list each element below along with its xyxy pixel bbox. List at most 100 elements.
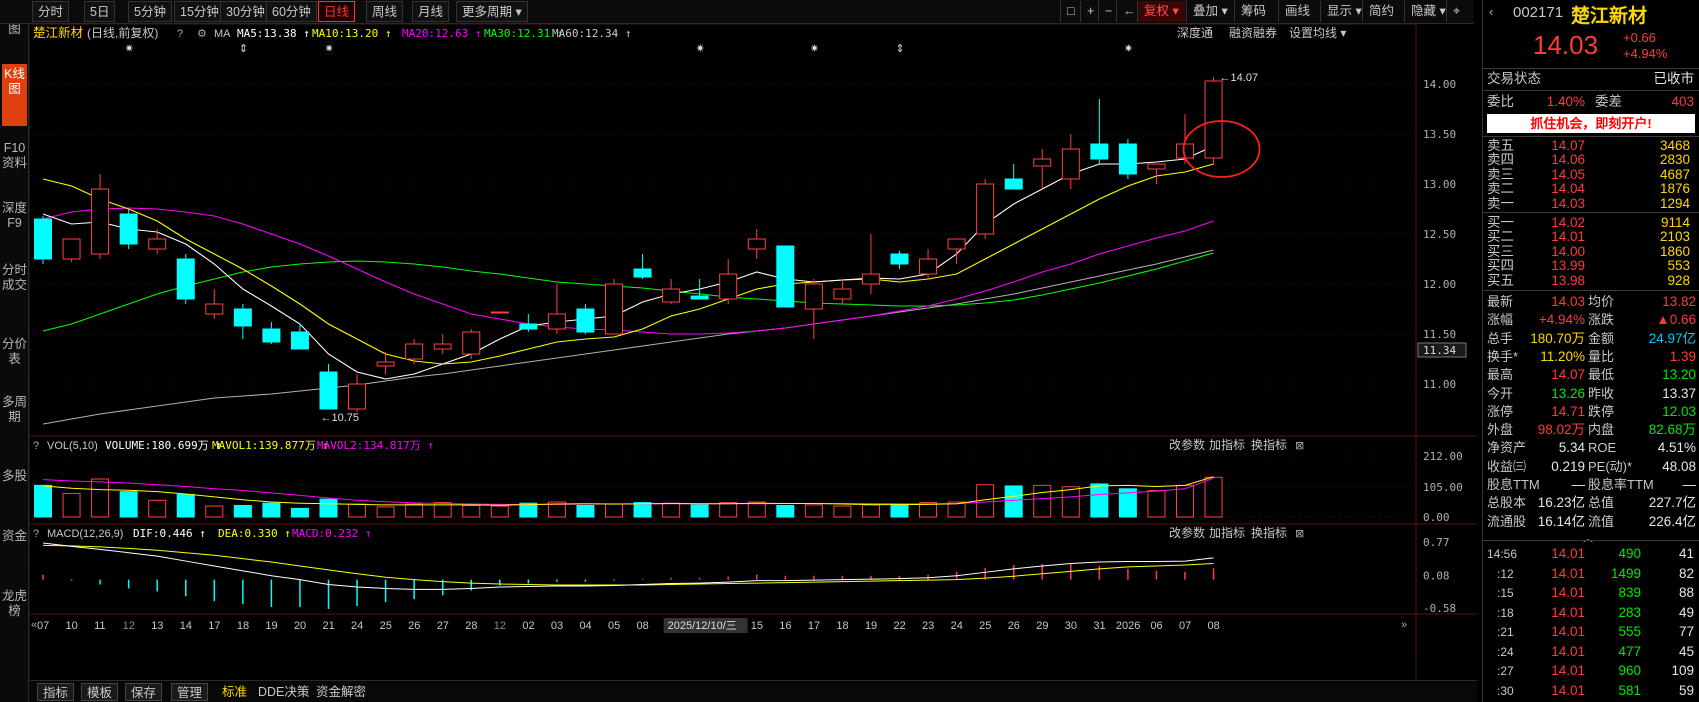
- left-tab-4[interactable]: 分时成交: [2, 260, 27, 322]
- bottom-btn-3[interactable]: 管理: [171, 683, 209, 701]
- candle-10[interactable]: [319, 364, 338, 410]
- candle-21[interactable]: [633, 254, 652, 279]
- expand-icon[interactable]: ︿: [1583, 530, 1593, 545]
- candle-22[interactable]: [662, 279, 681, 304]
- ask-row-1[interactable]: 卖四 14.06 2830: [1483, 152, 1699, 167]
- candle-18[interactable]: [547, 284, 566, 334]
- candle-28[interactable]: [833, 279, 852, 304]
- period-2[interactable]: 5分钟: [128, 1, 172, 22]
- candle-5[interactable]: [176, 254, 195, 304]
- candle-13[interactable]: [405, 339, 424, 364]
- bid-row-2[interactable]: 买三 14.00 1860: [1483, 244, 1699, 259]
- candle-30[interactable]: [890, 251, 909, 269]
- vol-close-icon[interactable]: ⊠: [1295, 440, 1304, 452]
- candle-27[interactable]: [804, 279, 823, 339]
- vol-link-2[interactable]: 换指标: [1251, 437, 1287, 452]
- candle-2[interactable]: [91, 174, 110, 259]
- macd-link-2[interactable]: 换指标: [1251, 525, 1287, 540]
- candle-8[interactable]: [262, 322, 281, 344]
- left-tab-8[interactable]: 资金: [2, 526, 27, 572]
- candle-38[interactable]: [1118, 139, 1137, 179]
- left-tab-5[interactable]: 分价表: [2, 334, 27, 382]
- left-tab-2[interactable]: F10资料: [2, 138, 27, 186]
- period-9[interactable]: 更多周期 ▾: [456, 1, 528, 22]
- period-0[interactable]: 分时: [32, 1, 70, 22]
- left-tab-6[interactable]: 多周期: [2, 392, 27, 454]
- candle-33[interactable]: [976, 179, 995, 239]
- left-tab-3[interactable]: 深度F9: [2, 198, 27, 246]
- candle-4[interactable]: [148, 229, 167, 254]
- candle-29[interactable]: [861, 234, 880, 294]
- chart-link-2[interactable]: 设置均线 ▾: [1289, 26, 1346, 40]
- candle-0[interactable]: [34, 216, 52, 264]
- candle-36[interactable]: [1061, 134, 1080, 189]
- period-7[interactable]: 周线: [366, 1, 404, 22]
- candle-9[interactable]: [290, 324, 309, 350]
- bottom-btn-2[interactable]: 保存: [125, 683, 163, 701]
- candle-3[interactable]: [119, 209, 138, 249]
- candle-35[interactable]: [1033, 149, 1052, 189]
- chart-link-1[interactable]: 融资融券: [1229, 25, 1277, 40]
- toolbar-icon-1060[interactable]: □: [1060, 1, 1081, 22]
- candle-16[interactable]: [490, 311, 509, 314]
- candle-39[interactable]: [1147, 163, 1166, 184]
- period-4[interactable]: 30分钟: [220, 1, 271, 22]
- event-mark-5[interactable]: ⇕: [896, 43, 905, 55]
- period-3[interactable]: 15分钟: [174, 1, 225, 22]
- bid-row-0[interactable]: 买一 14.02 9114: [1483, 215, 1699, 230]
- candle-32[interactable]: [947, 238, 966, 264]
- left-tab-1[interactable]: K线图: [2, 64, 27, 126]
- bid-row-3[interactable]: 买四 13.99 553: [1483, 258, 1699, 273]
- event-mark-4[interactable]: ✷: [810, 43, 819, 55]
- candle-20[interactable]: [605, 279, 623, 335]
- bid-row-1[interactable]: 买二 14.01 2103: [1483, 229, 1699, 244]
- gear-icon[interactable]: ⚙: [197, 28, 207, 40]
- collapse-icon[interactable]: ‹: [1489, 4, 1493, 19]
- toolbar-jianfang[interactable]: 简约: [1362, 1, 1400, 22]
- ask-row-4[interactable]: 卖一 14.03 1294: [1483, 196, 1699, 211]
- event-mark-0[interactable]: ✷: [125, 43, 134, 55]
- candle-6[interactable]: [205, 289, 224, 319]
- macd-close-icon[interactable]: ⊠: [1295, 528, 1304, 540]
- toolbar-yincang[interactable]: 隐藏 ▾: [1404, 1, 1452, 22]
- candle-31[interactable]: [919, 249, 938, 279]
- bottom-btn-4[interactable]: 标准: [217, 683, 252, 701]
- macd-link-0[interactable]: 改参数: [1169, 525, 1205, 540]
- ask-row-2[interactable]: 卖三 14.05 4687: [1483, 167, 1699, 182]
- left-tab-7[interactable]: 多股: [2, 466, 27, 512]
- promo-banner[interactable]: 抓住机会，即刻开户!: [1487, 114, 1695, 133]
- candle-37[interactable]: [1090, 99, 1109, 164]
- event-mark-2[interactable]: ✷: [325, 43, 334, 55]
- toolbar-icon-1446[interactable]: ⌖: [1446, 1, 1466, 22]
- event-mark-1[interactable]: ⇕: [239, 43, 248, 55]
- toolbar-chouma[interactable]: 筹码: [1234, 1, 1272, 22]
- candle-23[interactable]: [690, 279, 709, 300]
- macd-help-icon[interactable]: ?: [33, 528, 39, 540]
- event-mark-6[interactable]: ✷: [1124, 43, 1133, 55]
- period-6[interactable]: 日线: [318, 1, 356, 22]
- candle-34[interactable]: [1004, 164, 1023, 190]
- chart-link-0[interactable]: 深度通: [1177, 25, 1213, 40]
- toolbar-huaxian[interactable]: 画线: [1278, 1, 1316, 22]
- vol-link-1[interactable]: 加指标: [1209, 437, 1245, 452]
- bottom-btn-6[interactable]: 资金解密: [311, 683, 371, 701]
- help-icon[interactable]: ?: [177, 28, 183, 40]
- period-1[interactable]: 5日: [84, 1, 116, 22]
- toolbar-diejia[interactable]: 叠加 ▾: [1186, 1, 1234, 22]
- period-8[interactable]: 月线: [412, 1, 450, 22]
- candle-1[interactable]: [62, 238, 81, 262]
- event-mark-3[interactable]: ✷: [696, 43, 705, 55]
- bottom-btn-0[interactable]: 指标: [37, 683, 75, 701]
- vol-help-icon[interactable]: ?: [33, 440, 39, 452]
- candle-19[interactable]: [576, 304, 595, 334]
- scroll-right-icon[interactable]: »: [1401, 619, 1407, 631]
- vol-link-0[interactable]: 改参数: [1169, 437, 1205, 452]
- candle-24[interactable]: [719, 259, 738, 304]
- candle-26[interactable]: [776, 245, 795, 308]
- macd-link-1[interactable]: 加指标: [1209, 525, 1245, 540]
- kline-chart[interactable]: 14.00 13.50 13.00 12.50 12.00 11.50 11.00 11.34…: [29, 24, 1477, 689]
- bottom-btn-5[interactable]: DDE决策: [253, 683, 314, 701]
- candle-14[interactable]: [433, 334, 452, 354]
- candle-15[interactable]: [462, 329, 481, 359]
- left-tab-9[interactable]: 龙虎榜: [2, 586, 27, 646]
